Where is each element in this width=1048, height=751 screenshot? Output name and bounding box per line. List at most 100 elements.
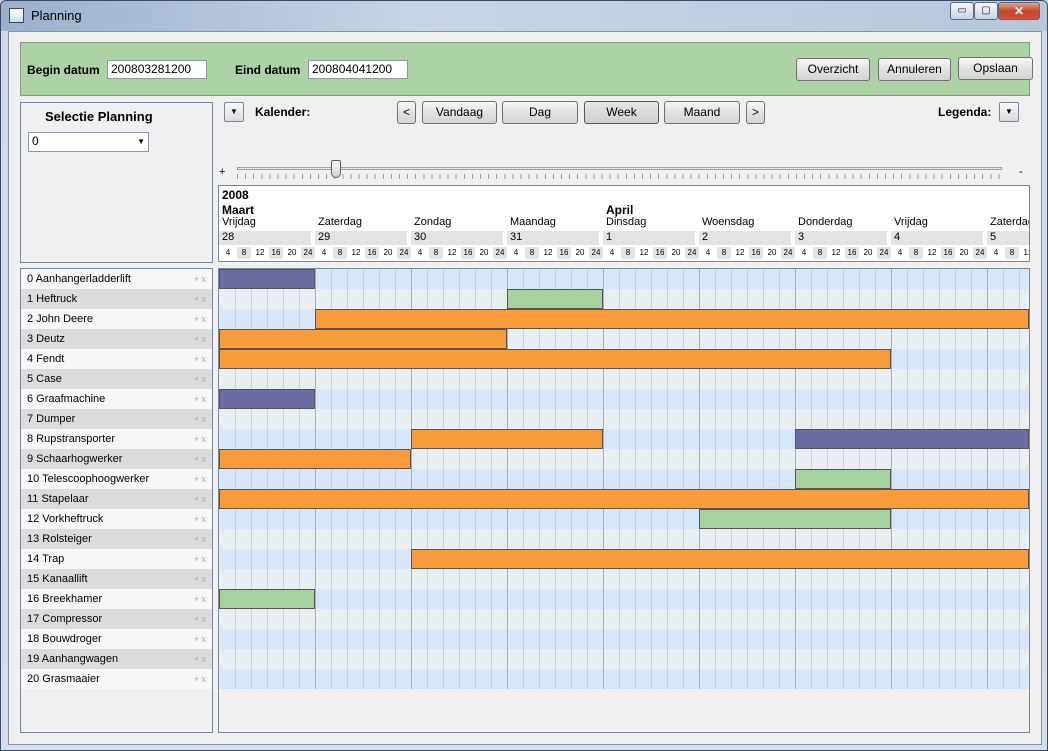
view-week-button[interactable]: Week: [584, 101, 659, 124]
resource-row[interactable]: 14 Trap + x: [21, 549, 212, 569]
row-add-remove-icons[interactable]: + x: [194, 549, 206, 569]
day-number: 2: [699, 231, 791, 245]
day-number: 30: [411, 231, 503, 245]
prev-period-button[interactable]: <: [397, 101, 416, 124]
resource-row[interactable]: 16 Breekhamer + x: [21, 589, 212, 609]
resource-row[interactable]: 1 Heftruck + x: [21, 289, 212, 309]
booking-bar[interactable]: [795, 469, 891, 489]
row-add-remove-icons[interactable]: + x: [194, 669, 206, 689]
opslaan-button[interactable]: Opslaan: [958, 57, 1033, 80]
row-add-remove-icons[interactable]: + x: [194, 489, 206, 509]
minimize-button[interactable]: ▭: [950, 2, 974, 20]
row-add-remove-icons[interactable]: + x: [194, 309, 206, 329]
next-period-button[interactable]: >: [746, 101, 765, 124]
view-dag-button[interactable]: Dag: [502, 101, 578, 124]
resource-row[interactable]: 9 Schaarhogwerker + x: [21, 449, 212, 469]
hour-label: 16: [461, 247, 475, 259]
hour-gridline: [683, 269, 684, 689]
timeline-header: 2008 Maart April Vrijdag 28 4 8 12 16 20 24 Zaterd…: [218, 185, 1030, 262]
selection-dropdown[interactable]: 0 ▼: [28, 132, 149, 152]
booking-bar[interactable]: [795, 429, 1029, 449]
row-add-remove-icons[interactable]: + x: [194, 649, 206, 669]
booking-bar[interactable]: [315, 309, 1029, 329]
booking-bar[interactable]: [411, 429, 603, 449]
row-add-remove-icons[interactable]: + x: [194, 589, 206, 609]
day-number: 4: [891, 231, 983, 245]
resource-row[interactable]: 17 Compressor + x: [21, 609, 212, 629]
row-add-remove-icons[interactable]: + x: [194, 349, 206, 369]
row-add-remove-icons[interactable]: + x: [194, 429, 206, 449]
begin-date-input[interactable]: 200803281200: [107, 60, 207, 79]
hour-gridline: [555, 269, 556, 689]
booking-bar[interactable]: [699, 509, 891, 529]
booking-bar[interactable]: [219, 329, 507, 349]
hour-label: 12: [639, 248, 649, 257]
row-add-remove-icons[interactable]: + x: [194, 449, 206, 469]
resource-name: 18 Bouwdroger: [27, 633, 102, 645]
row-add-remove-icons[interactable]: + x: [194, 369, 206, 389]
resource-row[interactable]: 5 Case + x: [21, 369, 212, 389]
hour-label: 20: [767, 248, 777, 257]
resource-row[interactable]: 13 Rolsteiger + x: [21, 529, 212, 549]
calendar-options-dropdown[interactable]: ▼: [224, 102, 244, 122]
resource-row[interactable]: 3 Deutz + x: [21, 329, 212, 349]
resource-row[interactable]: 15 Kanaallift + x: [21, 569, 212, 589]
hour-label: 8: [333, 247, 347, 259]
hour-label: 24: [493, 247, 507, 259]
row-add-remove-icons[interactable]: + x: [194, 609, 206, 629]
hour-label: 8: [813, 247, 827, 259]
resource-row[interactable]: 18 Bouwdroger + x: [21, 629, 212, 649]
hour-label: 12: [255, 248, 265, 257]
hour-label: 24: [397, 247, 411, 259]
title-bar[interactable]: Planning ▭ ▢ ✕: [1, 1, 1047, 31]
row-add-remove-icons[interactable]: + x: [194, 289, 206, 309]
resource-name: 4 Fendt: [27, 353, 65, 365]
booking-bar[interactable]: [219, 449, 411, 469]
resource-name: 8 Rupstransporter: [27, 433, 116, 445]
resource-row[interactable]: 11 Stapelaar + x: [21, 489, 212, 509]
resource-row[interactable]: 10 Telescoophoogwerker + x: [21, 469, 212, 489]
annuleren-button[interactable]: Annuleren: [878, 58, 951, 81]
resource-row[interactable]: 8 Rupstransporter + x: [21, 429, 212, 449]
booking-bar[interactable]: [219, 589, 315, 609]
resource-name: 7 Dumper: [27, 413, 76, 425]
zoom-slider-thumb[interactable]: [331, 160, 342, 178]
resource-row[interactable]: 7 Dumper + x: [21, 409, 212, 429]
booking-bar[interactable]: [507, 289, 603, 309]
resource-row[interactable]: 2 John Deere + x: [21, 309, 212, 329]
row-add-remove-icons[interactable]: + x: [194, 329, 206, 349]
row-add-remove-icons[interactable]: + x: [194, 469, 206, 489]
day-number: 1: [603, 231, 695, 245]
legend-dropdown[interactable]: ▼: [999, 102, 1019, 122]
row-add-remove-icons[interactable]: + x: [194, 409, 206, 429]
zoom-slider[interactable]: [237, 167, 1002, 170]
resource-row[interactable]: 0 Aanhangerladderlift + x: [21, 269, 212, 289]
booking-bar[interactable]: [219, 269, 315, 289]
resource-row[interactable]: 19 Aanhangwagen + x: [21, 649, 212, 669]
resource-row[interactable]: 4 Fendt + x: [21, 349, 212, 369]
booking-bar[interactable]: [219, 489, 1029, 509]
booking-bar[interactable]: [219, 389, 315, 409]
row-add-remove-icons[interactable]: + x: [194, 389, 206, 409]
resource-row[interactable]: 6 Graafmachine + x: [21, 389, 212, 409]
window-icon: [9, 8, 24, 23]
end-date-label: Eind datum: [235, 63, 301, 77]
booking-bar[interactable]: [219, 349, 891, 369]
month-label: Maart: [222, 203, 255, 217]
resource-row[interactable]: 20 Grasmaaier + x: [21, 669, 212, 689]
row-add-remove-icons[interactable]: + x: [194, 529, 206, 549]
row-add-remove-icons[interactable]: + x: [194, 269, 206, 289]
booking-bar[interactable]: [411, 549, 1029, 569]
hour-label: 16: [845, 247, 859, 259]
view-vandaag-button[interactable]: Vandaag: [422, 101, 497, 124]
maximize-button[interactable]: ▢: [974, 2, 998, 20]
resource-row[interactable]: 12 Vorkheftruck + x: [21, 509, 212, 529]
end-date-input[interactable]: 200804041200: [308, 60, 408, 79]
view-maand-button[interactable]: Maand: [664, 101, 740, 124]
legend-label: Legenda:: [938, 105, 992, 119]
row-add-remove-icons[interactable]: + x: [194, 569, 206, 589]
close-button[interactable]: ✕: [998, 2, 1040, 20]
row-add-remove-icons[interactable]: + x: [194, 509, 206, 529]
row-add-remove-icons[interactable]: + x: [194, 629, 206, 649]
overzicht-button[interactable]: Overzicht: [796, 58, 870, 81]
